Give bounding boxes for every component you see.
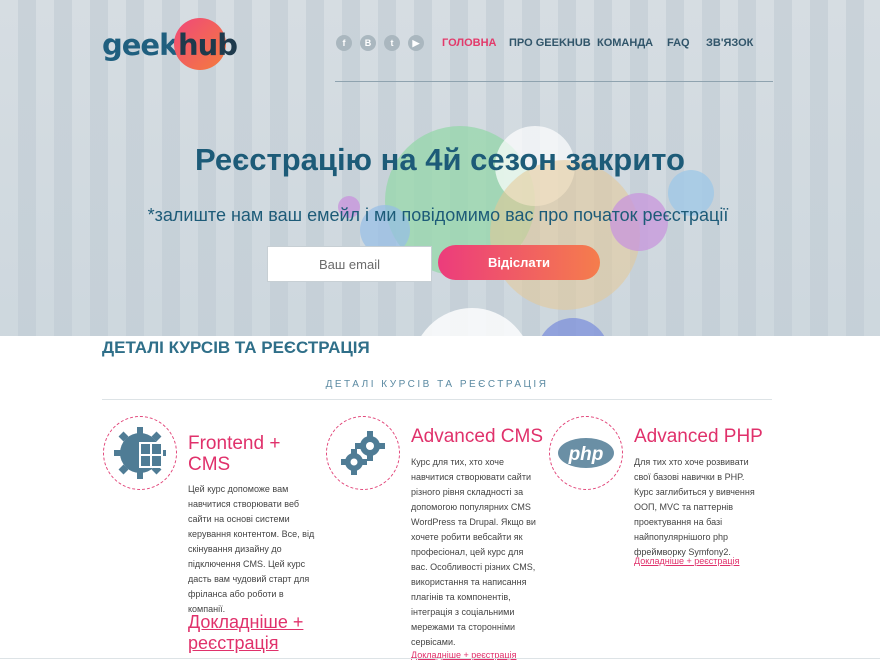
nav-home[interactable]: ГОЛОВНА [442, 37, 496, 49]
facebook-icon[interactable]: f [336, 35, 352, 51]
course-register-link[interactable]: Докладніше + реєстрація [634, 556, 774, 566]
nav-about[interactable]: ПРО GEEKHUB [509, 37, 591, 49]
geekhub-logo[interactable]: geek hub [102, 18, 238, 70]
send-button[interactable]: Відіслати [438, 245, 600, 280]
php-icon: php [549, 416, 623, 490]
hero-subtitle: *залиште нам ваш емейл і ми повідомимо в… [147, 205, 729, 225]
email-input[interactable] [267, 246, 432, 282]
nav-team[interactable]: КОМАНДА [597, 37, 653, 49]
bottom-divider [0, 658, 880, 659]
course-title: Frontend + CMS [188, 433, 281, 475]
nav-divider [335, 81, 773, 82]
course-title: Advanced CMS [411, 426, 544, 447]
decorative-bubble [412, 308, 532, 336]
gears-icon [326, 416, 400, 490]
section-title: ДЕТАЛІ КУРСІВ ТА РЕЄСТРАЦІЯ [102, 338, 370, 357]
logo-text-geek: geek [102, 28, 178, 62]
section-subtitle: ДЕТАЛІ КУРСІВ ТА РЕЄСТРАЦІЯ [325, 379, 549, 390]
twitter-icon[interactable]: t [384, 35, 400, 51]
nav-contact[interactable]: ЗВ'ЯЗОК [706, 37, 753, 49]
section-divider [102, 399, 772, 400]
course-register-link[interactable]: Докладніше + реєстрація [188, 612, 328, 654]
youtube-icon[interactable]: ▶ [408, 35, 424, 51]
svg-text:php: php [568, 444, 604, 465]
course-description: Цей курс допоможе вам навчитися створюва… [188, 484, 315, 614]
hero-title: Реєстрацію на 4й сезон закрито [195, 142, 685, 177]
vk-icon[interactable]: B [360, 35, 376, 51]
frontend-cms-gear-icon [103, 416, 177, 490]
nav-faq[interactable]: FAQ [667, 37, 690, 49]
course-description: Курс для тих, хто хоче навчитися створюв… [411, 457, 536, 647]
decorative-bubble [537, 318, 609, 336]
course-title: Advanced PHP [634, 426, 763, 447]
course-description: Для тих хто хоче розвивати свої базові н… [634, 457, 755, 557]
logo-text-hub: hub [178, 28, 238, 62]
hero-banner: geek hub f B t ▶ ГОЛОВНА ПРО GEEKHUB КОМ… [0, 0, 880, 336]
